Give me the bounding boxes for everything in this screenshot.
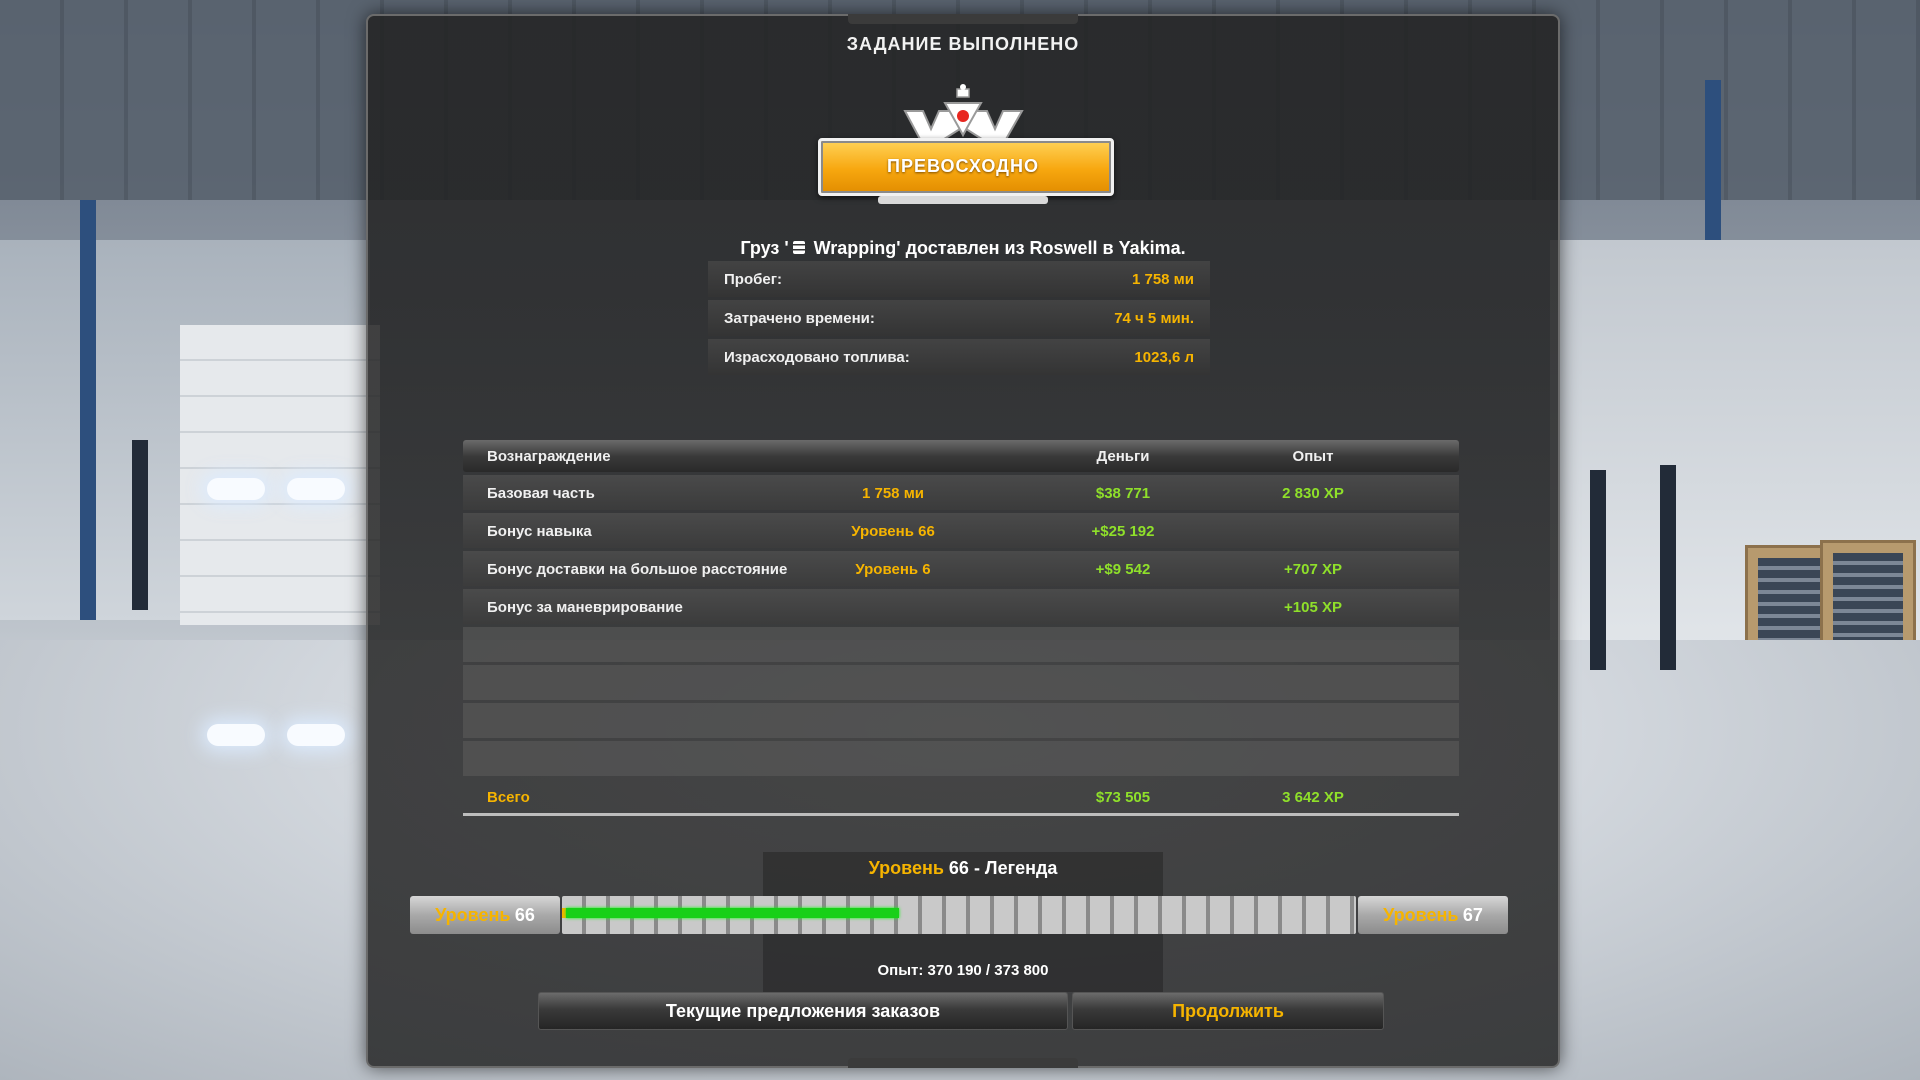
- job-completed-dialog: ЗАДАНИЕ ВЫПОЛНЕНО ПРЕВОСХОДНО Груз ' Wra…: [366, 14, 1560, 1068]
- experience-text: Опыт: 370 190 / 373 800: [877, 962, 1049, 979]
- current-level-number: 66: [514, 905, 535, 925]
- rewards-table: Вознаграждение Деньги Опыт Базовая часть…: [463, 440, 1459, 816]
- continue-button[interactable]: Продолжить: [1072, 992, 1384, 1030]
- vehicle-lift: [1590, 470, 1606, 670]
- reward-xp: +105 XP: [1284, 599, 1342, 616]
- continue-label: Продолжить: [1172, 1001, 1284, 1021]
- rating-badge: ПРЕВОСХОДНО: [818, 126, 1114, 204]
- ceiling-lamp: [287, 724, 345, 746]
- stat-row-fuel: Израсходовано топлива: 1023,6 л: [708, 339, 1210, 375]
- reward-name: Бонус навыка: [487, 523, 592, 540]
- empty-row: [463, 665, 1459, 700]
- stat-row-distance: Пробег: 1 758 ми: [708, 261, 1210, 297]
- ceiling-lamp: [207, 478, 265, 500]
- level-current: 66: [948, 858, 969, 878]
- ceiling-lamp: [207, 724, 265, 746]
- reward-xp: +707 XP: [1284, 561, 1342, 578]
- cargo-description: Wrapping' доставлен из Roswell в Yakima.: [808, 238, 1186, 258]
- vehicle-lift: [132, 440, 148, 610]
- total-xp: 3 642 XP: [1282, 789, 1344, 806]
- table-row: Бонус навыка Уровень 66 +$25 192: [463, 513, 1459, 548]
- current-level-cap: Уровень 66: [410, 896, 560, 934]
- current-offers-label: Текущие предложения заказов: [665, 1001, 941, 1021]
- total-money: $73 505: [1095, 789, 1151, 806]
- stat-label: Израсходовано топлива:: [724, 349, 910, 366]
- garage-column: [80, 200, 96, 620]
- next-level-number: 67: [1462, 905, 1483, 925]
- stat-row-time: Затрачено времени: 74 ч 5 мин.: [708, 300, 1210, 336]
- vehicle-lift: [1660, 465, 1676, 670]
- cargo-barrel-icon: [792, 241, 805, 254]
- level-word: Уровень: [868, 858, 944, 878]
- cargo-delivery-text: Груз ' Wrapping' доставлен из Roswell в …: [368, 238, 1558, 259]
- empty-row: [463, 703, 1459, 738]
- dialog-title: ЗАДАНИЕ ВЫПОЛНЕНО: [846, 34, 1080, 54]
- total-label: Всего: [487, 789, 530, 806]
- reward-detail: 1 758 ми: [861, 485, 925, 502]
- garage-door: [180, 325, 380, 625]
- dialog-bottom-tab: [848, 1058, 1078, 1068]
- header-money: Деньги: [1096, 448, 1150, 465]
- current-offers-button[interactable]: Текущие предложения заказов: [538, 992, 1068, 1030]
- table-row: Базовая часть 1 758 ми $38 771 2 830 XP: [463, 475, 1459, 510]
- header-reward: Вознаграждение: [487, 448, 611, 465]
- ceiling-lamp: [287, 478, 345, 500]
- rating-label: ПРЕВОСХОДНО: [887, 156, 1039, 176]
- level-rank: - Легенда: [968, 858, 1058, 878]
- current-level-word: Уровень: [435, 905, 511, 925]
- table-row: Бонус доставки на большое расстояние Уро…: [463, 551, 1459, 586]
- reward-xp: 2 830 XP: [1282, 485, 1344, 502]
- empty-row: [463, 627, 1459, 662]
- reward-detail: Уровень 66: [851, 523, 935, 540]
- empty-row: [463, 741, 1459, 776]
- total-row: Всего $73 505 3 642 XP: [463, 779, 1459, 816]
- stat-label: Затрачено времени:: [724, 310, 875, 327]
- trip-stats: Пробег: 1 758 ми Затрачено времени: 74 ч…: [708, 261, 1210, 378]
- table-row: Бонус за маневрирование +105 XP: [463, 589, 1459, 624]
- progress-track: [562, 896, 1356, 934]
- level-progress-bar: Уровень 66 Уровень 67: [410, 896, 1508, 934]
- reward-name: Базовая часть: [487, 485, 595, 502]
- reward-money: +$9 542: [1095, 561, 1151, 578]
- stat-value: 74 ч 5 мин.: [1114, 310, 1194, 327]
- reward-name: Бонус за маневрирование: [487, 599, 683, 616]
- reward-money: $38 771: [1095, 485, 1151, 502]
- cargo-prefix: Груз ': [740, 238, 789, 258]
- reward-detail: Уровень 6: [855, 561, 931, 578]
- rating-badge-base: [878, 196, 1048, 204]
- reward-name: Бонус доставки на большое расстояние: [487, 561, 788, 578]
- dialog-top-tab: [848, 14, 1078, 24]
- rewards-header: Вознаграждение Деньги Опыт: [463, 440, 1459, 472]
- next-level-cap: Уровень 67: [1358, 896, 1508, 934]
- reward-money: +$25 192: [1091, 523, 1155, 540]
- progress-fill: [566, 908, 899, 918]
- next-level-word: Уровень: [1383, 905, 1459, 925]
- header-xp: Опыт: [1292, 448, 1334, 465]
- level-title: Уровень 66 - Легенда: [368, 858, 1558, 879]
- stat-value: 1023,6 л: [1134, 349, 1194, 366]
- stat-value: 1 758 ми: [1131, 271, 1194, 288]
- stat-label: Пробег:: [724, 271, 782, 288]
